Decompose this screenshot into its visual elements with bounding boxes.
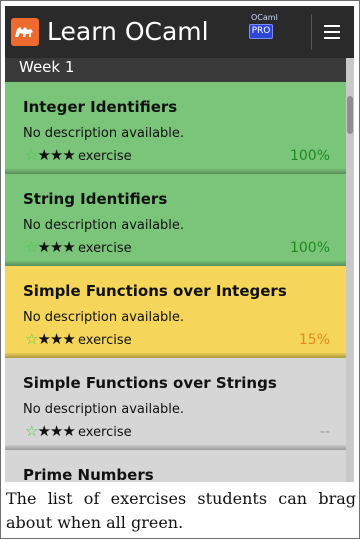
app-bar: Learn OCaml OCaml PRO	[5, 6, 354, 58]
app-title: Learn OCaml	[47, 17, 209, 46]
ocaml-badge-label: OCaml	[251, 13, 278, 22]
figure-caption: The list of exercises students can brag …	[6, 489, 356, 532]
exercise-description: No description available.	[23, 218, 185, 233]
difficulty-stars: ☆★★★	[25, 238, 76, 256]
exercise-type: exercise	[78, 333, 132, 348]
exercise-title: Integer Identifiers	[23, 98, 178, 116]
exercise-card[interactable]: Simple Functions over Integers No descri…	[5, 266, 346, 358]
star-outline-icon: ☆	[25, 330, 38, 348]
exercise-type: exercise	[78, 149, 132, 164]
star-outline-icon: ☆	[25, 146, 38, 164]
figure-frame: Learn OCaml OCaml PRO Week 1 Integer Ide…	[0, 0, 360, 539]
star-filled-icon: ★★★	[37, 238, 75, 256]
exercise-title: Simple Functions over Strings	[23, 374, 277, 392]
star-outline-icon: ☆	[25, 238, 38, 256]
exercise-list: Integer Identifiers No description avail…	[5, 82, 346, 482]
exercise-progress: 100%	[289, 148, 330, 164]
exercise-progress: 100%	[289, 240, 330, 256]
exercise-title: Simple Functions over Integers	[23, 282, 287, 300]
star-outline-icon: ☆	[25, 422, 38, 440]
scrollbar-thumb[interactable]	[347, 96, 353, 134]
exercise-card[interactable]: Prime Numbers	[5, 450, 346, 482]
exercise-description: No description available.	[23, 126, 185, 141]
exercise-card[interactable]: Integer Identifiers No description avail…	[5, 82, 346, 174]
pro-badge: PRO	[249, 24, 273, 39]
scrollbar[interactable]	[346, 58, 354, 482]
star-filled-icon: ★★★	[37, 422, 75, 440]
exercise-progress: 15%	[298, 332, 330, 348]
exercise-title: String Identifiers	[23, 190, 168, 208]
star-filled-icon: ★★★	[37, 330, 75, 348]
app-screen: Learn OCaml OCaml PRO Week 1 Integer Ide…	[5, 6, 354, 482]
section-label: Week 1	[19, 58, 75, 76]
exercise-title: Prime Numbers	[23, 466, 154, 482]
exercise-type: exercise	[78, 241, 132, 256]
menu-button[interactable]	[311, 14, 348, 50]
exercise-progress: --	[319, 424, 330, 440]
camel-logo-icon	[11, 18, 39, 46]
exercise-description: No description available.	[23, 310, 185, 325]
exercise-type: exercise	[78, 425, 132, 440]
difficulty-stars: ☆★★★	[25, 330, 76, 348]
hamburger-menu-icon	[324, 25, 340, 39]
star-filled-icon: ★★★	[37, 146, 75, 164]
exercise-card[interactable]: Simple Functions over Strings No descrip…	[5, 358, 346, 450]
difficulty-stars: ☆★★★	[25, 422, 76, 440]
exercise-card[interactable]: String Identifiers No description availa…	[5, 174, 346, 266]
exercise-description: No description available.	[23, 402, 185, 417]
section-header: Week 1	[5, 58, 354, 82]
difficulty-stars: ☆★★★	[25, 146, 76, 164]
